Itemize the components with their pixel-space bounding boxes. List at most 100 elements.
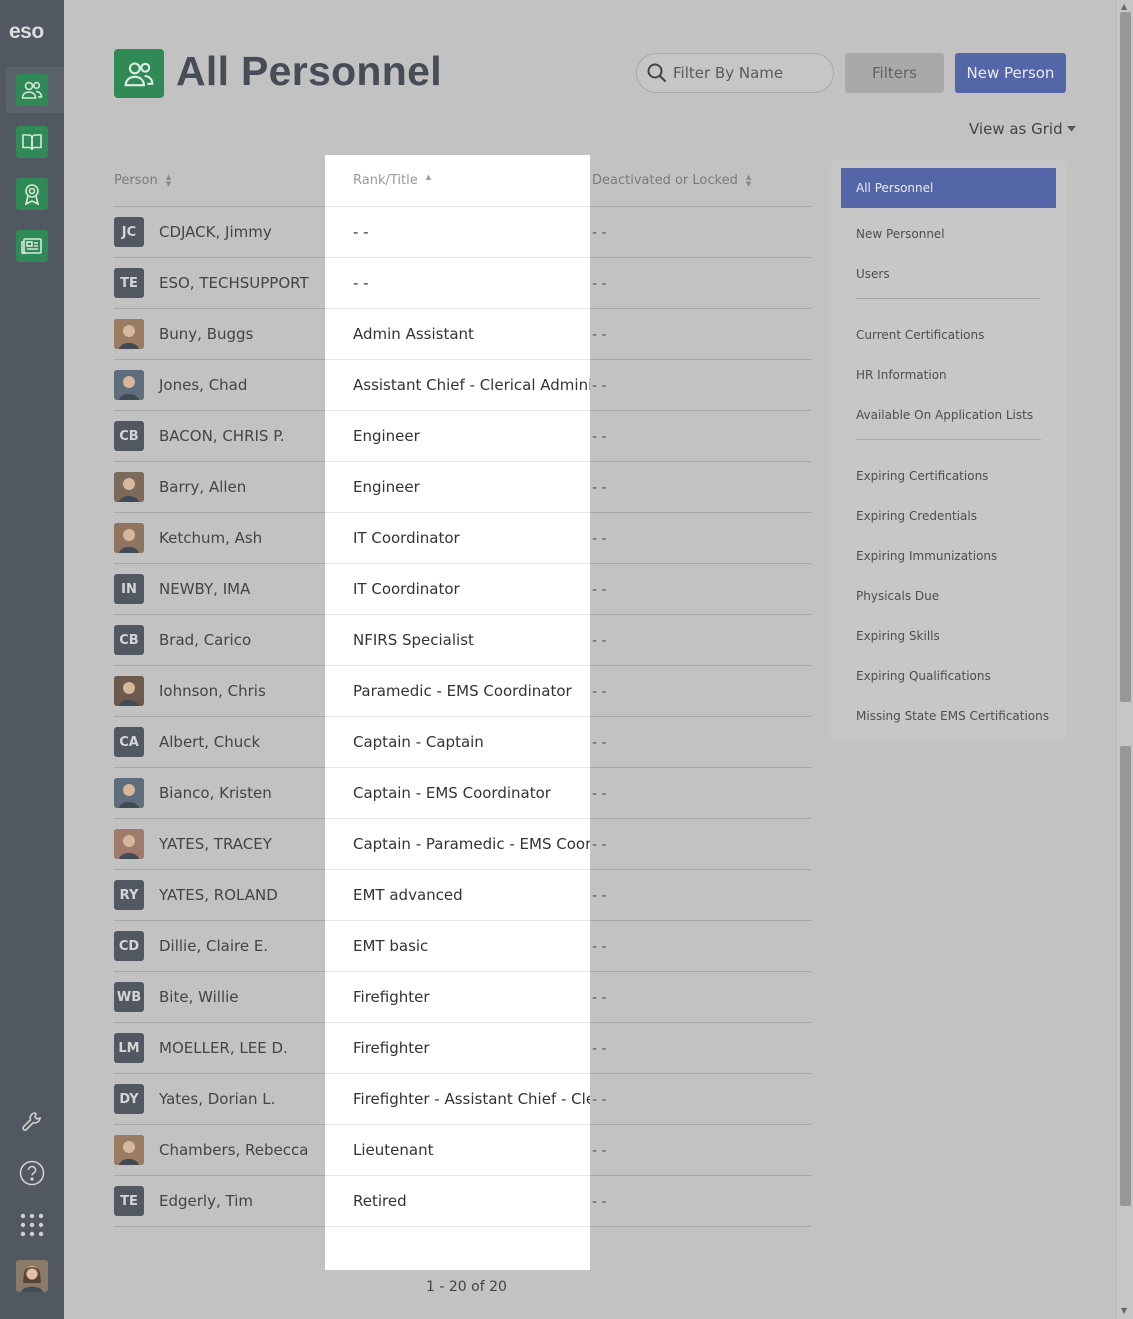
person-name-link[interactable]: Dillie, Claire E. xyxy=(159,937,268,955)
search-box[interactable] xyxy=(636,53,834,93)
scroll-thumb[interactable] xyxy=(1120,12,1131,702)
side-item-current-certifications[interactable]: Current Certifications xyxy=(856,328,984,342)
person-name-link[interactable]: Ketchum, Ash xyxy=(159,529,262,547)
side-item-available-on-application-lists[interactable]: Available On Application Lists xyxy=(856,408,1033,422)
pagination-summary: 1 - 20 of 20 xyxy=(426,1279,507,1295)
status-cell: - - xyxy=(592,633,607,649)
person-photo xyxy=(114,523,144,553)
scroll-up-arrow[interactable]: ▲ xyxy=(1121,2,1127,11)
person-name-link[interactable]: Brad, Carico xyxy=(159,631,251,649)
person-name-link[interactable]: Bite, Willie xyxy=(159,988,239,1006)
scroll-down-arrow[interactable]: ▼ xyxy=(1121,1306,1127,1315)
side-item-expiring-qualifications[interactable]: Expiring Qualifications xyxy=(856,669,991,683)
eso-logo: eso xyxy=(9,20,44,43)
side-item-expiring-immunizations[interactable]: Expiring Immunizations xyxy=(856,549,997,563)
user-avatar[interactable] xyxy=(16,1260,48,1292)
status-cell: - - xyxy=(592,327,607,343)
rank-title-column-highlight: Rank/Title ▲ - -- - Admin Assistant Assist… xyxy=(325,155,590,1270)
side-item-expiring-skills[interactable]: Expiring Skills xyxy=(856,629,940,643)
user-photo-icon xyxy=(16,1260,48,1292)
side-item-missing-state-ems-certifications[interactable]: Missing State EMS Certifications xyxy=(856,709,1049,723)
app-launcher-button[interactable] xyxy=(16,1209,48,1241)
person-photo xyxy=(114,472,144,502)
training-nav-button[interactable] xyxy=(16,126,48,158)
status-cell: - - xyxy=(592,531,607,547)
certifications-nav-button[interactable] xyxy=(16,178,48,210)
scroll-thumb-lower[interactable] xyxy=(1120,746,1131,1206)
status-cell: - - xyxy=(592,1041,607,1057)
person-photo xyxy=(114,1135,144,1165)
people-icon xyxy=(21,81,43,99)
reports-nav-button[interactable] xyxy=(16,230,48,262)
person-name-link[interactable]: Albert, Chuck xyxy=(159,733,260,751)
status-cell: - - xyxy=(592,735,607,751)
person-photo xyxy=(114,829,144,859)
status-cell: - - xyxy=(592,429,607,445)
person-name-link[interactable]: Barry, Allen xyxy=(159,478,246,496)
filter-side-panel: All Personnel New Personnel Users Current … xyxy=(831,160,1066,740)
rank-cell: Paramedic - EMS Coordinator xyxy=(325,666,590,717)
rank-cell: Firefighter xyxy=(325,972,590,1023)
person-initials-avatar: TE xyxy=(114,268,144,298)
person-initials-avatar: CB xyxy=(114,421,144,451)
person-column-header[interactable]: Person ▲ ▼ xyxy=(114,173,171,188)
rank-column-header[interactable]: Rank/Title ▲ xyxy=(325,155,590,207)
question-icon xyxy=(19,1160,45,1186)
tools-button[interactable] xyxy=(16,1105,48,1137)
person-name-link[interactable]: Yates, Dorian L. xyxy=(159,1090,275,1108)
side-item-expiring-credentials[interactable]: Expiring Credentials xyxy=(856,509,977,523)
personnel-title-icon xyxy=(114,49,164,98)
rank-cell: Lieutenant xyxy=(325,1125,590,1176)
grid-dots-icon xyxy=(20,1213,44,1237)
sort-ascending-icon: ▲ xyxy=(425,172,432,181)
new-person-button[interactable]: New Person xyxy=(955,53,1066,93)
person-name-link[interactable]: Bianco, Kristen xyxy=(159,784,272,802)
person-name-link[interactable]: Jones, Chad xyxy=(159,376,247,394)
person-name-link[interactable]: BACON, CHRIS P. xyxy=(159,427,285,445)
person-initials-avatar: CB xyxy=(114,625,144,655)
side-item-new-personnel[interactable]: New Personnel xyxy=(856,227,945,241)
person-name-link[interactable]: ESO, TECHSUPPORT xyxy=(159,274,309,292)
person-name-link[interactable]: Edgerly, Tim xyxy=(159,1192,253,1210)
rank-cell: Admin Assistant xyxy=(325,309,590,360)
person-initials-avatar: TE xyxy=(114,1186,144,1216)
status-cell: - - xyxy=(592,225,607,241)
person-name-link[interactable]: NEWBY, IMA xyxy=(159,580,250,598)
person-name-link[interactable]: MOELLER, LEE D. xyxy=(159,1039,288,1057)
rank-cell: Firefighter xyxy=(325,1023,590,1074)
person-photo xyxy=(114,778,144,808)
person-name-link[interactable]: YATES, TRACEY xyxy=(159,835,272,853)
rank-cell: Captain - Paramedic - EMS Coord xyxy=(325,819,590,870)
side-item-expiring-certifications[interactable]: Expiring Certifications xyxy=(856,469,988,483)
rank-cell: Captain - EMS Coordinator xyxy=(325,768,590,819)
page-scrollbar[interactable]: ▲ ▼ xyxy=(1116,0,1133,1319)
side-item-physicals-due[interactable]: Physicals Due xyxy=(856,589,939,603)
personnel-nav-button[interactable] xyxy=(16,74,48,106)
filter-by-name-input[interactable] xyxy=(673,64,823,82)
status-cell: - - xyxy=(592,378,607,394)
status-column-header[interactable]: Deactivated or Locked ▲ ▼ xyxy=(592,173,751,188)
side-item-hr-information[interactable]: HR Information xyxy=(856,368,947,382)
status-cell: - - xyxy=(592,582,607,598)
side-item-all-personnel[interactable]: All Personnel xyxy=(841,168,1056,208)
rank-cell: Retired xyxy=(325,1176,590,1227)
side-panel-divider xyxy=(856,439,1041,440)
sort-icon: ▲ ▼ xyxy=(165,172,172,188)
person-initials-avatar: CA xyxy=(114,727,144,757)
person-photo xyxy=(114,370,144,400)
view-as-grid-dropdown[interactable]: View as Grid xyxy=(969,120,1076,138)
side-item-users[interactable]: Users xyxy=(856,267,890,281)
person-name-link[interactable]: YATES, ROLAND xyxy=(159,886,278,904)
status-cell: - - xyxy=(592,888,607,904)
caret-down-icon xyxy=(1066,126,1076,132)
person-name-link[interactable]: Chambers, Rebecca xyxy=(159,1141,308,1159)
person-name-link[interactable]: CDJACK, Jimmy xyxy=(159,223,272,241)
person-name-link[interactable]: Iohnson, Chris xyxy=(159,682,266,700)
filters-button[interactable]: Filters xyxy=(845,53,944,93)
left-nav-rail: eso xyxy=(0,0,64,1319)
rank-cell: Firefighter - Assistant Chief - Cler xyxy=(325,1074,590,1125)
rank-cell: Engineer xyxy=(325,462,590,513)
help-button[interactable] xyxy=(16,1157,48,1189)
people-icon xyxy=(124,61,154,86)
person-name-link[interactable]: Buny, Buggs xyxy=(159,325,253,343)
